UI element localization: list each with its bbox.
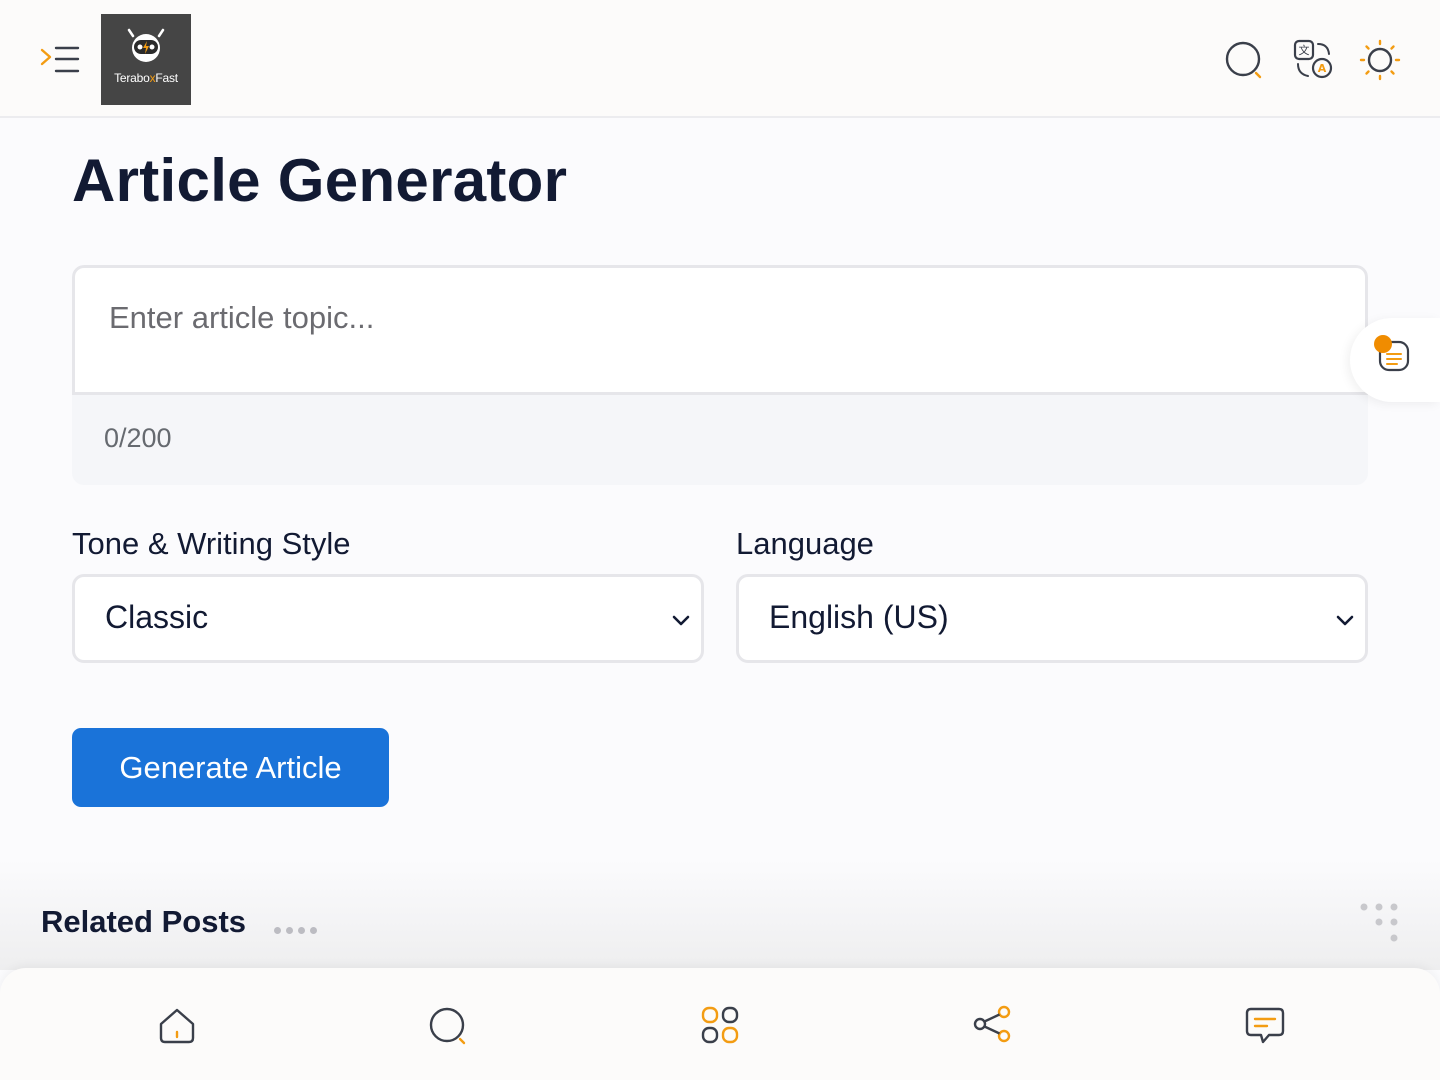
robot-icon [127,28,165,62]
character-counter: 0/200 [104,423,172,453]
floating-notes-tab[interactable] [1350,318,1440,402]
apps-icon[interactable] [698,1004,742,1048]
chevron-down-icon [672,615,690,626]
svg-text:文: 文 [1299,43,1310,57]
generate-article-button[interactable]: Generate Article [72,728,389,807]
related-posts-heading: Related Posts [41,904,247,939]
chevron-down-icon [1336,615,1354,626]
top-header: TeraboxFast 文 A [0,0,1440,118]
page-title: Article Generator [72,147,568,214]
search-icon[interactable] [1222,38,1266,82]
share-icon[interactable] [970,1004,1014,1048]
chat-icon[interactable] [1243,1004,1287,1048]
tone-select[interactable]: Classic [72,574,704,663]
dots-grid-icon [1358,902,1402,951]
theme-sun-icon[interactable] [1358,38,1402,82]
search-icon[interactable] [426,1004,470,1048]
menu-icon[interactable] [38,44,82,76]
home-icon[interactable] [155,1004,199,1048]
site-logo[interactable]: TeraboxFast [101,14,191,105]
tone-selected-value: Classic [105,599,209,635]
language-label: Language [736,526,874,561]
bottom-navigation [0,968,1440,1080]
logo-text: TeraboxFast [114,71,178,85]
tone-label: Tone & Writing Style [72,526,351,561]
language-selected-value: English (US) [769,599,949,635]
translate-icon[interactable]: 文 A [1292,38,1336,82]
topic-input[interactable] [72,265,1368,395]
language-select[interactable]: English (US) [736,574,1368,663]
ellipsis-dots [274,921,322,939]
svg-text:A: A [1318,62,1327,75]
notes-icon [1374,335,1410,372]
topic-panel: 0/200 [72,265,1368,485]
